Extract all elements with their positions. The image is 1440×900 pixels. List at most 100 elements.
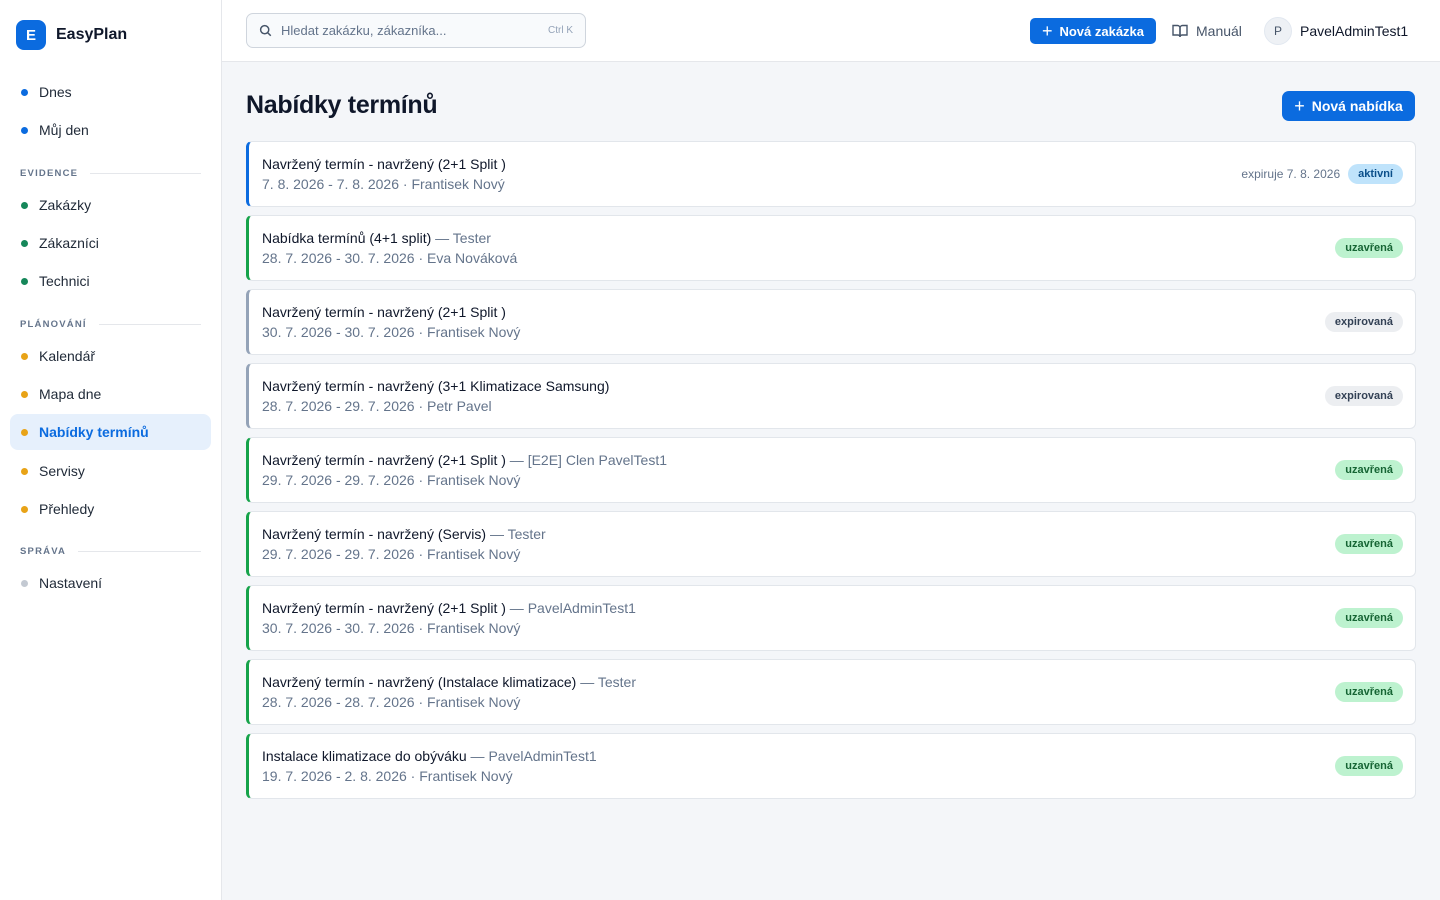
user-menu[interactable]: P PavelAdminTest1 bbox=[1264, 17, 1408, 45]
offer-card[interactable]: Navržený termín - navržený (2+1 Split ) … bbox=[246, 585, 1416, 651]
offer-expires: expiruje 7. 8. 2026 bbox=[1241, 167, 1341, 181]
sidebar-item-zakazky[interactable]: Zakázky bbox=[10, 187, 211, 223]
offer-title: Navržený termín - navržený (3+1 Klimatiz… bbox=[262, 378, 610, 394]
offer-title: Instalace klimatizace do obýváku bbox=[262, 748, 467, 764]
offer-title: Navržený termín - navržený (2+1 Split ) bbox=[262, 600, 506, 616]
sidebar-item-muj-den[interactable]: Můj den bbox=[10, 112, 211, 148]
dot-icon bbox=[21, 390, 28, 398]
section-label-evidence: EVIDENCE bbox=[20, 168, 201, 179]
dot-icon bbox=[21, 277, 28, 285]
offer-title-line: Instalace klimatizace do obýváku — Pavel… bbox=[262, 748, 597, 764]
offer-card[interactable]: Navržený termín - navržený (3+1 Klimatiz… bbox=[246, 363, 1416, 429]
sidebar-item-label: Dnes bbox=[39, 84, 72, 100]
offer-dates: 19. 7. 2026 - 2. 8. 2026 bbox=[262, 768, 407, 784]
sidebar-item-label: Kalendář bbox=[39, 348, 96, 364]
offer-meta: uzavřená bbox=[1335, 238, 1403, 258]
offer-title-line: Navržený termín - navržený (3+1 Klimatiz… bbox=[262, 378, 609, 394]
offer-subtitle: 28. 7. 2026 - 29. 7. 2026 · Petr Pavel bbox=[262, 398, 492, 414]
status-badge: aktivní bbox=[1348, 164, 1403, 184]
offer-title: Navržený termín - navržený (2+1 Split ) bbox=[262, 452, 506, 468]
dot-icon bbox=[21, 201, 28, 209]
offer-title-line: Navržený termín - navržený (Instalace kl… bbox=[262, 674, 636, 690]
section-divider bbox=[98, 324, 201, 325]
offer-author-name: Tester bbox=[452, 230, 491, 246]
sidebar-item-nastaveni[interactable]: Nastavení bbox=[10, 565, 211, 601]
offer-card[interactable]: Navržený termín - navržený (2+1 Split ) 3… bbox=[246, 289, 1416, 355]
search-input[interactable] bbox=[281, 23, 548, 38]
new-order-label: Nová zakázka bbox=[1059, 23, 1145, 39]
book-icon bbox=[1172, 24, 1188, 38]
sidebar-item-zakaznici[interactable]: Zákazníci bbox=[10, 225, 211, 261]
offer-technician: Frantisek Nový bbox=[419, 768, 513, 784]
offer-dates: 30. 7. 2026 - 30. 7. 2026 bbox=[262, 620, 415, 636]
search-icon bbox=[259, 24, 272, 37]
search-box[interactable]: Ctrl K bbox=[246, 13, 586, 48]
offer-card[interactable]: Navržený termín - navržený (Instalace kl… bbox=[246, 659, 1416, 725]
sidebar: E EasyPlan Dnes Můj den EVIDENCE Zakázky… bbox=[0, 0, 222, 900]
offer-author-name: [E2E] Clen PavelTest1 bbox=[527, 452, 667, 468]
page-title: Nabídky termínů bbox=[246, 91, 438, 119]
offer-title: Nabídka termínů (4+1 split) bbox=[262, 230, 432, 246]
offer-title-line: Navržený termín - navržený (2+1 Split ) bbox=[262, 156, 506, 172]
dot-icon bbox=[21, 467, 28, 475]
separator-dot: · bbox=[414, 472, 428, 488]
offer-author: — Tester bbox=[576, 674, 636, 690]
offer-technician: Frantisek Nový bbox=[427, 694, 521, 710]
offer-title-line: Navržený termín - navržený (Servis) — Te… bbox=[262, 526, 546, 542]
sidebar-item-technici[interactable]: Technici bbox=[10, 263, 211, 299]
avatar: P bbox=[1264, 17, 1292, 45]
offer-title-line: Navržený termín - navržený (2+1 Split ) … bbox=[262, 452, 667, 468]
status-badge: expirovaná bbox=[1324, 312, 1403, 332]
brand[interactable]: E EasyPlan bbox=[16, 20, 127, 50]
sidebar-item-nabidky-terminu[interactable]: Nabídky termínů bbox=[10, 414, 211, 450]
offer-dates: 7. 8. 2026 - 7. 8. 2026 bbox=[262, 176, 399, 192]
offer-card[interactable]: Navržený termín - navržený (2+1 Split ) 7… bbox=[246, 141, 1416, 207]
sidebar-item-mapa-dne[interactable]: Mapa dne bbox=[10, 376, 211, 412]
dot-icon bbox=[21, 88, 28, 96]
manual-label: Manuál bbox=[1196, 23, 1242, 39]
offer-dates: 30. 7. 2026 - 30. 7. 2026 bbox=[262, 324, 415, 340]
sidebar-item-servisy[interactable]: Servisy bbox=[10, 453, 211, 489]
offer-meta: expiruje 7. 8. 2026 aktivní bbox=[1241, 164, 1403, 184]
manual-link[interactable]: Manuál bbox=[1172, 20, 1242, 42]
offer-card[interactable]: Nabídka termínů (4+1 split) — Tester 28. … bbox=[246, 215, 1416, 281]
status-badge: uzavřená bbox=[1335, 756, 1403, 776]
offer-card[interactable]: Navržený termín - navržený (2+1 Split ) … bbox=[246, 437, 1416, 503]
offer-technician: Frantisek Nový bbox=[427, 324, 521, 340]
offer-card[interactable]: Navržený termín - navržený (Servis) — Te… bbox=[246, 511, 1416, 577]
brand-name: EasyPlan bbox=[56, 26, 128, 43]
dot-icon bbox=[21, 352, 28, 360]
offer-title: Navržený termín - navržený (Instalace kl… bbox=[262, 674, 577, 690]
status-badge: uzavřená bbox=[1335, 682, 1403, 702]
sidebar-item-kalendar[interactable]: Kalendář bbox=[10, 338, 211, 374]
status-badge: expirovaná bbox=[1324, 386, 1403, 406]
user-name: PavelAdminTest1 bbox=[1300, 23, 1409, 39]
offer-title: Navržený termín - navržený (Servis) bbox=[262, 526, 487, 542]
offer-author-name: Tester bbox=[507, 526, 546, 542]
offer-author-name: PavelAdminTest1 bbox=[488, 748, 597, 764]
offer-subtitle: 30. 7. 2026 - 30. 7. 2026 · Frantisek No… bbox=[262, 620, 520, 636]
offer-dates: 29. 7. 2026 - 29. 7. 2026 bbox=[262, 546, 415, 562]
plus-icon: + bbox=[1294, 96, 1305, 116]
sidebar-item-label: Můj den bbox=[39, 122, 89, 138]
offer-technician: Petr Pavel bbox=[427, 398, 492, 414]
section-label-text: PLÁNOVÁNÍ bbox=[20, 319, 87, 330]
offer-card[interactable]: Instalace klimatizace do obýváku — Pavel… bbox=[246, 733, 1416, 799]
sidebar-item-label: Zákazníci bbox=[39, 235, 99, 251]
new-order-button[interactable]: + Nová zakázka bbox=[1030, 18, 1156, 44]
sidebar-item-dnes[interactable]: Dnes bbox=[10, 74, 211, 110]
offer-author: — PavelAdminTest1 bbox=[466, 748, 597, 764]
new-offer-button[interactable]: + Nová nabídka bbox=[1282, 91, 1415, 121]
sidebar-item-label: Nabídky termínů bbox=[39, 424, 149, 440]
offer-subtitle: 30. 7. 2026 - 30. 7. 2026 · Frantisek No… bbox=[262, 324, 520, 340]
sidebar-item-label: Přehledy bbox=[39, 501, 95, 517]
offer-subtitle: 7. 8. 2026 - 7. 8. 2026 · Frantisek Nový bbox=[262, 176, 505, 192]
separator-dot: · bbox=[406, 768, 420, 784]
sidebar-item-prehledy[interactable]: Přehledy bbox=[10, 491, 211, 527]
offer-title-line: Navržený termín - navržený (2+1 Split ) bbox=[262, 304, 506, 320]
offer-dates: 28. 7. 2026 - 28. 7. 2026 bbox=[262, 694, 415, 710]
separator-dot: · bbox=[414, 620, 428, 636]
dot-icon bbox=[21, 505, 28, 513]
offer-author: — Tester bbox=[431, 230, 491, 246]
dot-icon bbox=[21, 239, 28, 247]
